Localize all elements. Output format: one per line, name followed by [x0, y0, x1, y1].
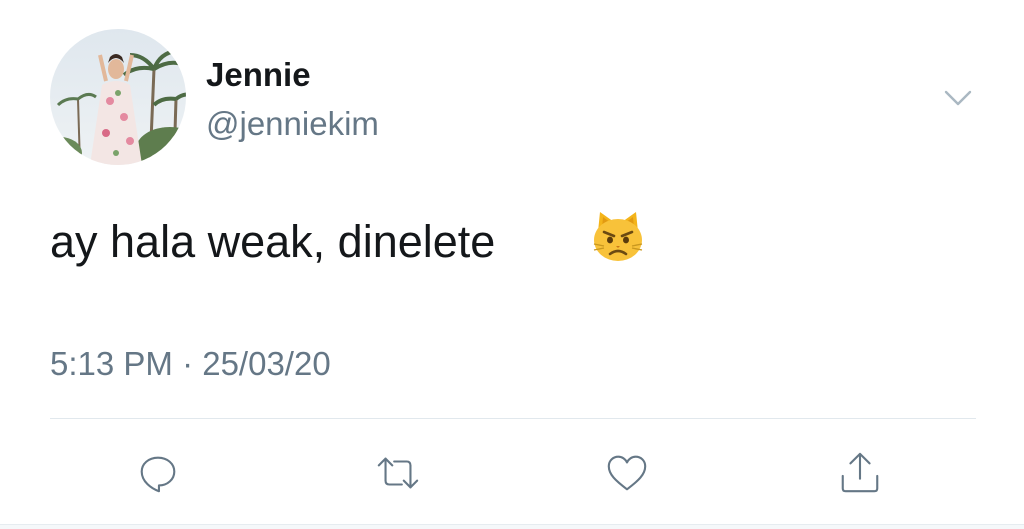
profile-photo-icon: [50, 29, 186, 165]
divider: [50, 418, 976, 419]
retweet-icon: [377, 457, 419, 489]
heart-icon: [607, 455, 647, 491]
like-button[interactable]: [601, 447, 653, 499]
chevron-down-icon[interactable]: [940, 84, 976, 112]
tweet-text: ay hala weak, dinelete: [50, 216, 496, 267]
share-icon: [841, 452, 879, 493]
tweet-card: Jennie @jenniekim ay hala weak, dinelete: [0, 0, 1024, 529]
author-name[interactable]: Jennie: [206, 56, 311, 94]
tweet-timestamp[interactable]: 5:13 PM · 25/03/20: [50, 340, 331, 388]
avatar[interactable]: [50, 29, 186, 165]
share-button[interactable]: [834, 447, 886, 499]
speech-bubble-icon: [140, 456, 176, 493]
pouting-cat-face-icon: [590, 208, 646, 264]
retweet-button[interactable]: [372, 447, 424, 499]
reply-button[interactable]: [132, 447, 184, 499]
bottom-border: [0, 524, 1024, 529]
author-handle[interactable]: @jenniekim: [206, 104, 379, 144]
